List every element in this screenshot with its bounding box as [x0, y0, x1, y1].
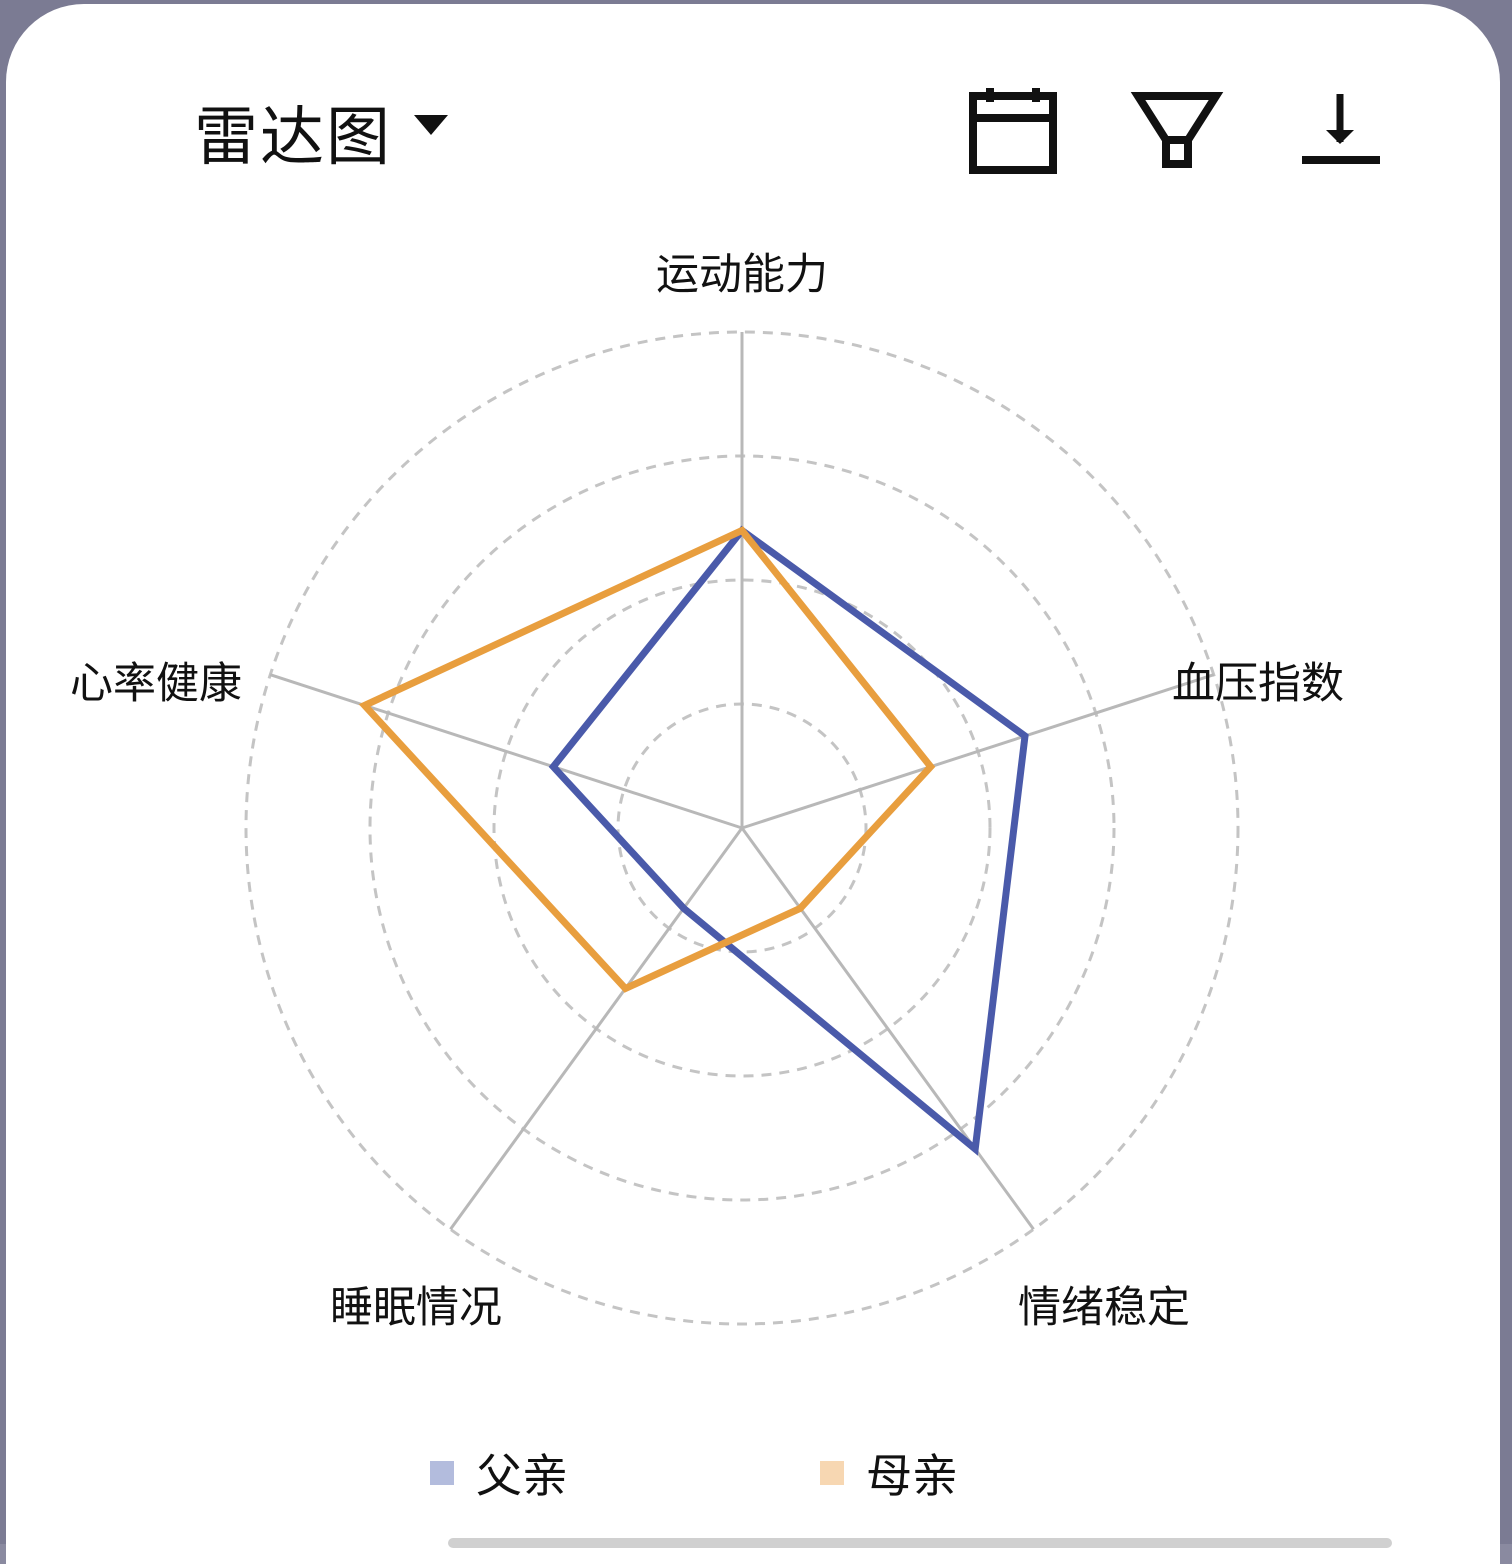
indicator-label-5: 心率健康: [70, 659, 242, 709]
legend-swatch-mother: [820, 1461, 844, 1485]
series-polygon-father: [548, 525, 1029, 1156]
legend-label-mother: 母亲: [866, 1449, 958, 1503]
indicator-label-4: 睡眠情况: [330, 1283, 502, 1333]
radar-axes: [269, 332, 1215, 1231]
indicator-label-1: 运动能力: [656, 250, 828, 300]
indicator-label-2: 血压指数: [1172, 659, 1344, 709]
radar-chart: 运动能力血压指数情绪稳定 睡眠情况 心率健康: [70, 250, 1344, 1333]
indicator-label-3: 情绪稳定: [1018, 1283, 1190, 1333]
legend-item-father[interactable]: 父亲: [430, 1440, 568, 1506]
legend-swatch-father: [430, 1461, 454, 1485]
chart-card: 雷达图 运动能力 血压指数 情绪稳定 睡眠情况 心率健康 父亲 母亲: [6, 4, 1500, 1564]
legend-item-mother[interactable]: 母亲: [820, 1440, 958, 1506]
horizontal-scrollbar[interactable]: [448, 1538, 1392, 1548]
radar-indicator-labels: 运动能力血压指数情绪稳定 睡眠情况 心率健康: [70, 250, 1344, 1333]
legend-label-father: 父亲: [476, 1449, 568, 1503]
axis-line-5: [269, 673, 743, 830]
radar-series: [358, 525, 1029, 1156]
app-frame: 雷达图 运动能力 血压指数 情绪稳定 睡眠情况 心率健康 父亲 母亲: [0, 0, 1512, 1564]
axis-line-4: [449, 827, 744, 1231]
chart-legend: 父亲 母亲: [6, 1440, 1500, 1510]
